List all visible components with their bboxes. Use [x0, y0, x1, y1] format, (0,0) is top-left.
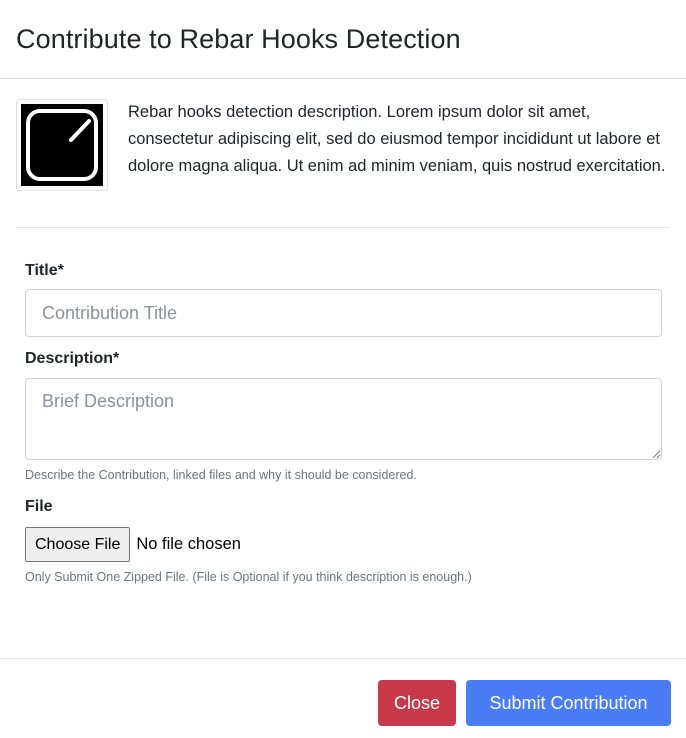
file-status-text: No file chosen: [136, 535, 241, 553]
project-intro: Rebar hooks detection description. Lorem…: [0, 79, 686, 227]
choose-file-button[interactable]: Choose File: [25, 527, 131, 562]
file-help-text: Only Submit One Zipped File. (File is Op…: [25, 570, 472, 584]
project-thumbnail: [16, 99, 108, 191]
modal-header: Contribute to Rebar Hooks Detection: [0, 0, 686, 79]
title-input[interactable]: [25, 289, 662, 337]
file-picker: Choose File No file chosen: [25, 527, 661, 562]
description-textarea[interactable]: [25, 378, 662, 460]
title-label: Title*: [25, 262, 64, 279]
contribution-form: Title* Description* Describe the Contrib…: [0, 262, 686, 584]
modal-title: Contribute to Rebar Hooks Detection: [16, 23, 461, 54]
contribution-modal: Contribute to Rebar Hooks Detection Reba…: [0, 0, 686, 738]
project-description: Rebar hooks detection description. Lorem…: [128, 103, 666, 175]
description-label: Description*: [25, 350, 120, 367]
rebar-hook-icon: [21, 104, 103, 186]
description-help-text: Describe the Contribution, linked files …: [25, 468, 417, 482]
section-divider: [16, 227, 670, 228]
submit-contribution-button[interactable]: Submit Contribution: [466, 680, 671, 726]
modal-footer: Close Submit Contribution: [0, 658, 686, 738]
close-button[interactable]: Close: [378, 680, 456, 726]
file-label: File: [25, 498, 53, 515]
